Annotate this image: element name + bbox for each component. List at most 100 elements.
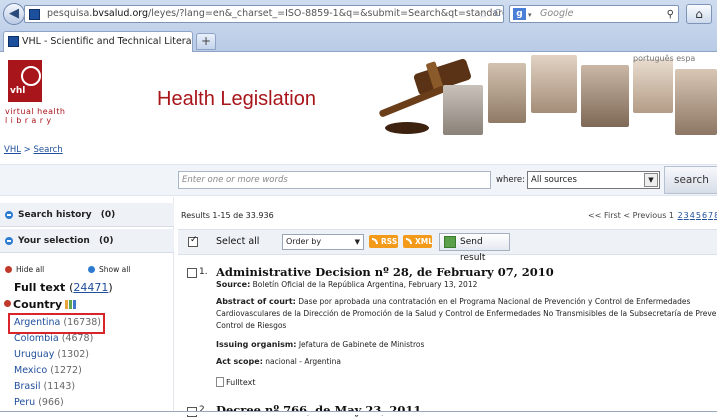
search-icon[interactable]: ⚲ (667, 7, 674, 23)
bookmark-star-icon[interactable]: ☆ (478, 7, 488, 22)
page-link[interactable]: 5 (696, 211, 701, 220)
hide-all-label: Hide all (16, 265, 45, 274)
order-by-select[interactable]: Order by ▼ (282, 234, 364, 250)
search-history-count: (0) (100, 210, 116, 220)
fulltext-label: Full text (14, 281, 66, 294)
abstract-line3: Control de Riesgos (216, 321, 287, 330)
country-count: (966) (38, 397, 64, 408)
browser-tab[interactable]: VHL - Scientific and Technical Literatur… (3, 31, 193, 52)
expand-icon (88, 266, 95, 273)
fulltext-filter: Full text (24471) (14, 281, 113, 294)
result-number: 1. (199, 267, 208, 277)
order-by-value: Order by (286, 237, 322, 246)
page-link[interactable]: 2 (678, 211, 683, 220)
where-label: where: (496, 175, 525, 185)
logo-abbrev: vhl (10, 86, 26, 96)
country-count: (4678) (61, 333, 94, 344)
search-button[interactable]: search (664, 166, 717, 194)
result-source: Source: Boletín Oficial de la República … (216, 280, 477, 289)
country-heading[interactable]: Country (4, 298, 77, 311)
collapse-icon (5, 266, 12, 273)
search-history[interactable]: Search history (0) (0, 203, 174, 227)
page-link[interactable]: 7 (708, 211, 713, 220)
hide-all-link[interactable]: Hide all (5, 265, 44, 274)
document-icon (216, 377, 224, 387)
breadcrumb: VHL > Search (4, 145, 63, 155)
country-heading-label: Country (13, 298, 63, 311)
pagination: << First < Previous 1 2345678 (588, 211, 717, 220)
breadcrumb-separator: > (20, 145, 34, 155)
fulltext-count-link[interactable]: 24471 (73, 281, 108, 294)
tab-title: VHL - Scientific and Technical Literatur… (22, 36, 193, 47)
country-item-colombia[interactable]: Colombia (4678) (14, 333, 93, 344)
reload-icon[interactable]: C (494, 6, 501, 22)
scope-label: Act scope: (216, 357, 263, 366)
chevron-down-icon[interactable]: ▼ (355, 235, 360, 249)
country-count: (1143) (43, 381, 76, 392)
country-item-uruguay[interactable]: Uruguay (1302) (14, 349, 89, 360)
show-all-link[interactable]: Show all (88, 265, 130, 274)
country-name: Brasil (14, 381, 41, 392)
expand-icon (5, 211, 13, 219)
page-link[interactable]: 3 (684, 211, 689, 220)
your-selection-label: Your selection (18, 236, 90, 246)
logo-ring-icon (21, 66, 41, 86)
results-summary: Results 1-15 de 33.936 (181, 211, 274, 220)
browser-search-box[interactable]: g ▾ Google ⚲ (509, 5, 679, 23)
search-history-label: Search history (18, 210, 92, 220)
bar-chart-icon[interactable] (65, 300, 77, 309)
collapse-icon (4, 300, 11, 307)
result-abstract: Abstract of court: Dase por aprobada una… (216, 296, 717, 332)
result-title[interactable]: Administrative Decision nº 28, de Februa… (216, 265, 554, 279)
send-icon (444, 236, 456, 248)
back-button[interactable]: ◀ (3, 3, 25, 25)
abstract-line1: Dase por aprobada una contratación en el… (295, 297, 691, 306)
country-count: (1302) (57, 349, 89, 360)
country-item-peru[interactable]: Peru (966) (14, 397, 64, 408)
result-checkbox[interactable] (187, 268, 197, 278)
url-prefix: pesquisa. (47, 8, 93, 19)
abstract-line2: Cardiovasculares de la Dirección de Prom… (216, 309, 717, 318)
sources-select[interactable]: All sources ▼ (527, 171, 660, 189)
fulltext-link-label: Fulltext (226, 378, 256, 387)
logo-line1: virtual health (5, 107, 66, 116)
url-domain: bvsalud.org (92, 8, 149, 19)
breadcrumb-current[interactable]: Search (33, 145, 62, 155)
page-link[interactable]: 4 (690, 211, 695, 220)
breadcrumb-root[interactable]: VHL (4, 145, 21, 155)
your-selection[interactable]: Your selection (0) (0, 229, 174, 253)
address-bar[interactable]: pesquisa.bvsalud.org/leyes/?lang=en&_cha… (24, 5, 504, 23)
rss-button[interactable]: RSS (369, 235, 398, 248)
xml-button[interactable]: XML (403, 235, 433, 248)
organism-label: Issuing organism: (216, 340, 297, 349)
google-icon: g (513, 8, 526, 20)
search-input[interactable]: Enter one or more words (178, 171, 491, 189)
country-name: Peru (14, 397, 36, 408)
show-all-label: Show all (99, 265, 131, 274)
logo-line2: library (5, 116, 55, 125)
chevron-down-icon[interactable]: ▼ (644, 173, 658, 187)
select-all-checkbox[interactable] (188, 235, 198, 247)
new-tab-button[interactable]: + (196, 33, 216, 50)
page-link[interactable]: 6 (702, 211, 707, 220)
home-button[interactable]: ⌂ (686, 4, 712, 24)
fulltext-link[interactable]: Fulltext (216, 377, 255, 387)
select-all-label: Select all (216, 236, 260, 247)
vhl-logo[interactable]: vhl (8, 60, 42, 102)
site-favicon-icon (29, 9, 40, 20)
pager-prefix[interactable]: << First < Previous 1 (588, 211, 674, 220)
country-item-brasil[interactable]: Brasil (1143) (14, 381, 75, 392)
send-result-button[interactable]: Send result (439, 233, 510, 263)
chevron-down-icon[interactable]: ▾ (528, 7, 532, 23)
abstract-label: Abstract of court: (216, 297, 296, 306)
source-value: Boletín Oficial de la República Argentin… (250, 280, 478, 289)
country-item-mexico[interactable]: Mexico (1272) (14, 365, 82, 376)
result-organism: Issuing organism: Jefatura de Gabinete d… (216, 340, 424, 349)
country-name: Mexico (14, 365, 48, 376)
organism-value: Jefatura de Gabinete de Ministros (296, 340, 425, 349)
country-name: Colombia (14, 333, 59, 344)
language-links[interactable]: português espa (633, 54, 695, 63)
header-photo-collage (443, 55, 717, 140)
url-rest: /leyes/?lang=en&_charset_=ISO-8859-1&q=&… (148, 8, 504, 19)
sources-select-value: All sources (531, 175, 577, 185)
